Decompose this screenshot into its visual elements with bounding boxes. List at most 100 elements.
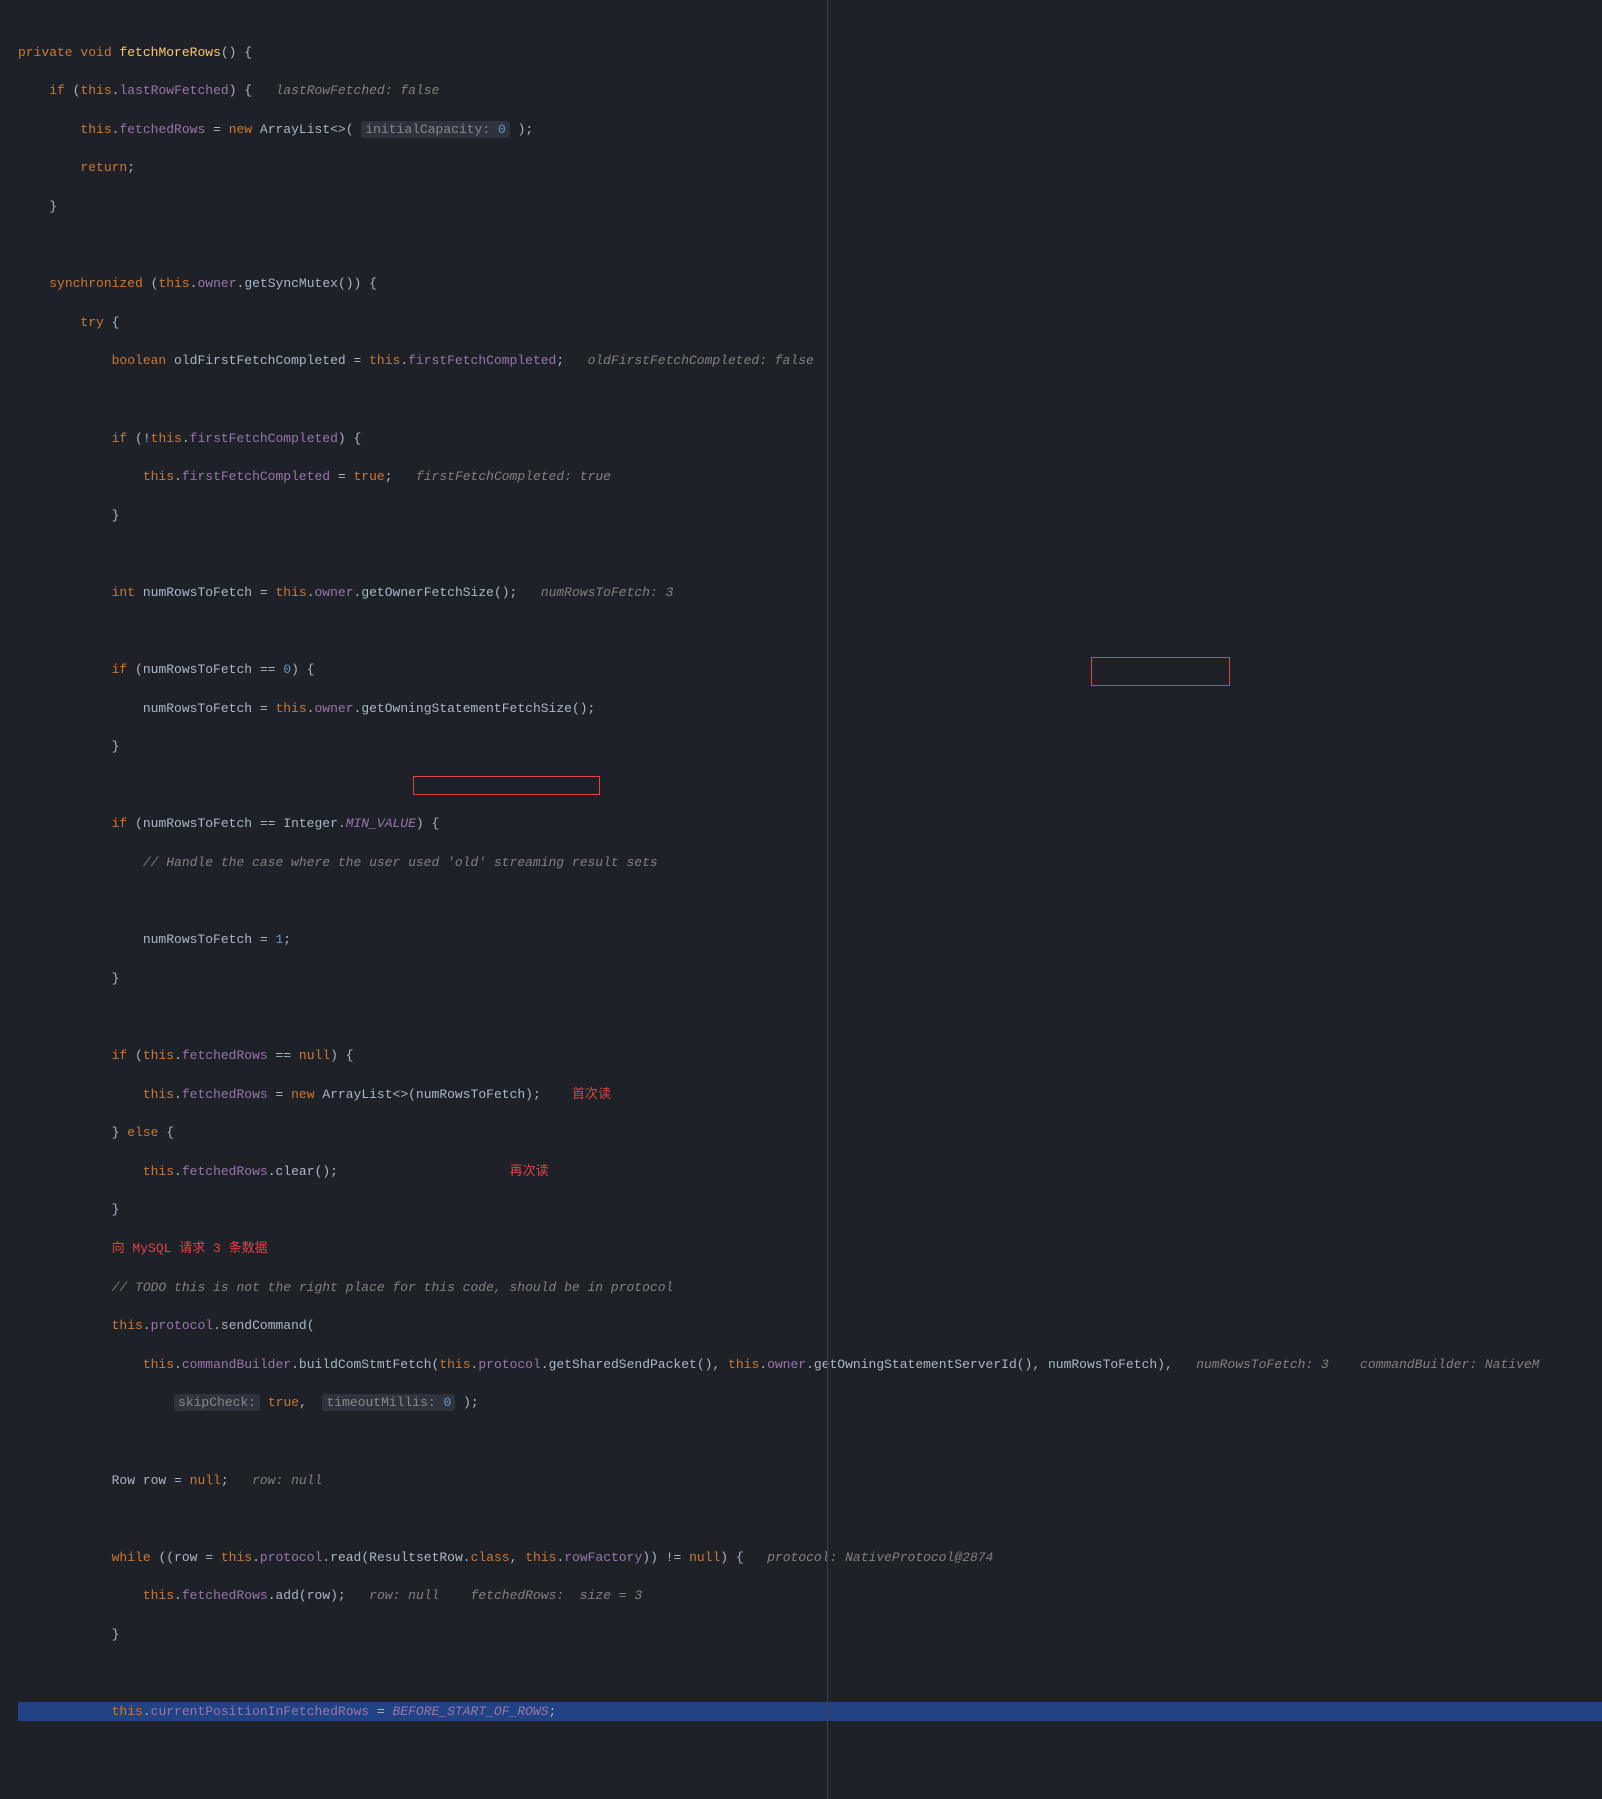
field: fetchedRows	[182, 1087, 268, 1102]
code-line[interactable]: this.fetchedRows = new ArrayList<>(numRo…	[18, 1085, 1602, 1104]
keyword: true	[268, 1395, 299, 1410]
code-line[interactable]: this.fetchedRows.clear(); 再次读	[18, 1162, 1602, 1181]
code-line[interactable]: this.commandBuilder.buildComStmtFetch(th…	[18, 1355, 1602, 1374]
inline-hint: row: null	[252, 1473, 322, 1488]
field: firstFetchCompleted	[190, 431, 338, 446]
keyword: if	[112, 662, 128, 677]
code-line[interactable]: Row row = null; row: null	[18, 1471, 1602, 1490]
code-text: numRowsToFetch),	[1048, 1357, 1173, 1372]
code-editor[interactable]: private void fetchMoreRows() { if (this.…	[0, 0, 1602, 1799]
code-line-highlighted[interactable]: this.currentPositionInFetchedRows = BEFO…	[18, 1702, 1602, 1721]
inline-hint: firstFetchCompleted: true	[416, 469, 611, 484]
keyword: try	[80, 315, 103, 330]
code-line[interactable]	[18, 236, 1602, 255]
keyword: else	[127, 1125, 158, 1140]
code-line[interactable]	[18, 1664, 1602, 1683]
code-line[interactable]: while ((row = this.protocol.read(Results…	[18, 1548, 1602, 1567]
method: getSharedSendPacket	[549, 1357, 697, 1372]
code-line[interactable]: // Handle the case where the user used '…	[18, 853, 1602, 872]
code-line[interactable]: skipCheck: true, timeoutMillis: 0 );	[18, 1393, 1602, 1412]
keyword: this	[80, 122, 111, 137]
code-line[interactable]	[18, 892, 1602, 911]
field: lastRowFetched	[119, 83, 228, 98]
code-line[interactable]: try {	[18, 313, 1602, 332]
constant: MIN_VALUE	[346, 816, 416, 831]
field: fetchedRows	[119, 122, 205, 137]
code-line[interactable]: if (numRowsToFetch == 0) {	[18, 660, 1602, 679]
field: owner	[315, 585, 354, 600]
keyword: this	[143, 1164, 174, 1179]
code-line[interactable]: }	[18, 969, 1602, 988]
code-line[interactable]: this.fetchedRows.add(row); row: null fet…	[18, 1586, 1602, 1605]
method-name: fetchMoreRows	[119, 45, 220, 60]
keyword: this	[143, 1048, 174, 1063]
keyword: this	[143, 1087, 174, 1102]
code-line[interactable]: if (!this.firstFetchCompleted) {	[18, 429, 1602, 448]
keyword: void	[80, 45, 111, 60]
code-line[interactable]	[18, 544, 1602, 563]
code-text: Row row =	[112, 1473, 190, 1488]
keyword: private	[18, 45, 73, 60]
field: fetchedRows	[182, 1048, 268, 1063]
code-line[interactable]: this.firstFetchCompleted = true; firstFe…	[18, 467, 1602, 486]
field: currentPositionInFetchedRows	[151, 1704, 369, 1719]
code-line[interactable]: }	[18, 1625, 1602, 1644]
field: fetchedRows	[182, 1588, 268, 1603]
code-text: () {	[221, 45, 252, 60]
code-line[interactable]	[18, 1509, 1602, 1528]
code-line[interactable]	[18, 1432, 1602, 1451]
code-line[interactable]: }	[18, 1200, 1602, 1219]
keyword: while	[112, 1550, 151, 1565]
annotation: 首次读	[572, 1087, 611, 1102]
field: firstFetchCompleted	[408, 353, 556, 368]
code-line[interactable]: }	[18, 197, 1602, 216]
field: owner	[767, 1357, 806, 1372]
method: add	[276, 1588, 299, 1603]
keyword: null	[299, 1048, 330, 1063]
code-text: ResultsetRow.	[369, 1550, 470, 1565]
keyword: new	[291, 1087, 314, 1102]
code-line[interactable]: }	[18, 737, 1602, 756]
keyword: if	[49, 83, 65, 98]
keyword: this	[221, 1550, 252, 1565]
code-line[interactable]: boolean oldFirstFetchCompleted = this.fi…	[18, 351, 1602, 370]
field: protocol	[478, 1357, 540, 1372]
keyword: this	[112, 1704, 143, 1719]
code-line[interactable]: numRowsToFetch = this.owner.getOwningSta…	[18, 699, 1602, 718]
code-line[interactable]	[18, 1007, 1602, 1026]
keyword: class	[471, 1550, 510, 1565]
editor-split-divider[interactable]	[827, 0, 828, 1799]
method: buildComStmtFetch	[299, 1357, 432, 1372]
keyword: boolean	[112, 353, 167, 368]
code-line[interactable]: if (this.lastRowFetched) { lastRowFetche…	[18, 81, 1602, 100]
annotation: 再次读	[510, 1164, 549, 1179]
code-line[interactable]: if (numRowsToFetch == Integer.MIN_VALUE)…	[18, 814, 1602, 833]
code-line[interactable]: 向 MySQL 请求 3 条数据	[18, 1239, 1602, 1258]
keyword: int	[112, 585, 135, 600]
code-line[interactable]	[18, 622, 1602, 641]
code-line[interactable]	[18, 390, 1602, 409]
code-line[interactable]: return;	[18, 158, 1602, 177]
inline-hint: row: null	[369, 1588, 439, 1603]
keyword: return	[80, 160, 127, 175]
code-line[interactable]: this.fetchedRows = new ArrayList<>( init…	[18, 120, 1602, 139]
code-line[interactable]: // TODO this is not the right place for …	[18, 1278, 1602, 1297]
keyword: true	[354, 469, 385, 484]
keyword: null	[689, 1550, 720, 1565]
code-line[interactable]: this.protocol.sendCommand(	[18, 1316, 1602, 1335]
code-line[interactable]: synchronized (this.owner.getSyncMutex())…	[18, 274, 1602, 293]
code-line[interactable]: } else {	[18, 1123, 1602, 1142]
code-text: (numRowsToFetch == Integer.	[135, 816, 346, 831]
code-line[interactable]	[18, 776, 1602, 795]
field: protocol	[151, 1318, 213, 1333]
field: owner	[314, 701, 353, 716]
type: ArrayList<>(numRowsToFetch);	[322, 1087, 540, 1102]
code-text: oldFirstFetchCompleted =	[174, 353, 369, 368]
code-line[interactable]: numRowsToFetch = 1;	[18, 930, 1602, 949]
code-line[interactable]: int numRowsToFetch = this.owner.getOwner…	[18, 583, 1602, 602]
code-text: numRowsToFetch =	[143, 701, 276, 716]
code-line[interactable]: private void fetchMoreRows() {	[18, 43, 1602, 62]
keyword: this	[158, 276, 189, 291]
code-line[interactable]: }	[18, 506, 1602, 525]
code-line[interactable]: if (this.fetchedRows == null) {	[18, 1046, 1602, 1065]
